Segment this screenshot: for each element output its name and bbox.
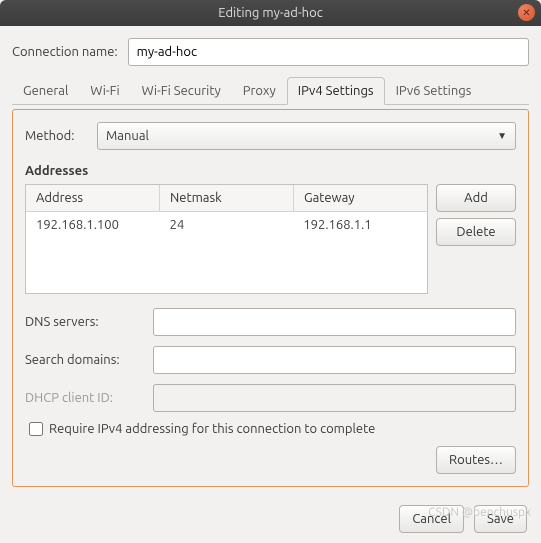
chevron-down-icon: ▼	[497, 130, 507, 142]
dhcp-input	[153, 384, 516, 412]
dialog-footer: Cancel Save	[0, 495, 541, 543]
close-icon[interactable]: ✕	[518, 4, 535, 21]
require-label: Require IPv4 addressing for this connect…	[49, 422, 375, 436]
method-select[interactable]: Manual ▼	[97, 122, 516, 150]
add-button[interactable]: Add	[436, 184, 516, 212]
table-header: Address Netmask Gateway	[26, 185, 427, 212]
dhcp-row: DHCP client ID:	[25, 384, 516, 412]
search-domains-input[interactable]	[153, 346, 516, 374]
dhcp-label: DHCP client ID:	[25, 391, 153, 405]
tabs: General Wi-Fi Wi-Fi Security Proxy IPv4 …	[12, 76, 529, 105]
tab-wifi[interactable]: Wi-Fi	[79, 77, 130, 105]
dns-row: DNS servers:	[25, 308, 516, 336]
search-domains-label: Search domains:	[25, 353, 153, 367]
method-value: Manual	[106, 129, 149, 143]
tab-ipv4-settings[interactable]: IPv4 Settings	[287, 77, 385, 105]
col-address[interactable]: Address	[26, 185, 160, 211]
dns-input[interactable]	[153, 308, 516, 336]
addresses-title: Addresses	[25, 164, 516, 178]
connection-name-input[interactable]	[128, 38, 529, 66]
require-row: Require IPv4 addressing for this connect…	[29, 422, 516, 436]
search-domains-row: Search domains:	[25, 346, 516, 374]
table-row[interactable]: 192.168.1.100 24 192.168.1.1	[26, 212, 427, 238]
dns-label: DNS servers:	[25, 315, 153, 329]
addresses-section: Address Netmask Gateway 192.168.1.100 24…	[25, 184, 516, 294]
routes-button[interactable]: Routes…	[436, 446, 516, 474]
col-netmask[interactable]: Netmask	[160, 185, 294, 211]
ipv4-settings-panel: Method: Manual ▼ Addresses Address Netma…	[12, 109, 529, 487]
watermark: CSDN @benchuspx	[428, 506, 531, 519]
tab-proxy[interactable]: Proxy	[232, 77, 287, 105]
require-checkbox[interactable]	[29, 422, 43, 436]
method-row: Method: Manual ▼	[25, 122, 516, 150]
col-gateway[interactable]: Gateway	[294, 185, 427, 211]
connection-name-row: Connection name:	[12, 38, 529, 66]
tab-general[interactable]: General	[12, 77, 79, 105]
addresses-table[interactable]: Address Netmask Gateway 192.168.1.100 24…	[25, 184, 428, 294]
tab-wifi-security[interactable]: Wi-Fi Security	[131, 77, 232, 105]
connection-name-label: Connection name:	[12, 45, 118, 59]
cell-netmask[interactable]: 24	[160, 212, 294, 238]
titlebar: Editing my-ad-hoc ✕	[0, 0, 541, 26]
address-buttons: Add Delete	[436, 184, 516, 294]
window-content: Connection name: General Wi-Fi Wi-Fi Sec…	[0, 26, 541, 495]
cell-gateway[interactable]: 192.168.1.1	[293, 212, 427, 238]
window-title: Editing my-ad-hoc	[218, 6, 322, 20]
method-label: Method:	[25, 129, 97, 143]
delete-button[interactable]: Delete	[436, 218, 516, 246]
cell-address[interactable]: 192.168.1.100	[26, 212, 160, 238]
tab-ipv6-settings[interactable]: IPv6 Settings	[385, 77, 483, 105]
routes-row: Routes…	[25, 446, 516, 474]
